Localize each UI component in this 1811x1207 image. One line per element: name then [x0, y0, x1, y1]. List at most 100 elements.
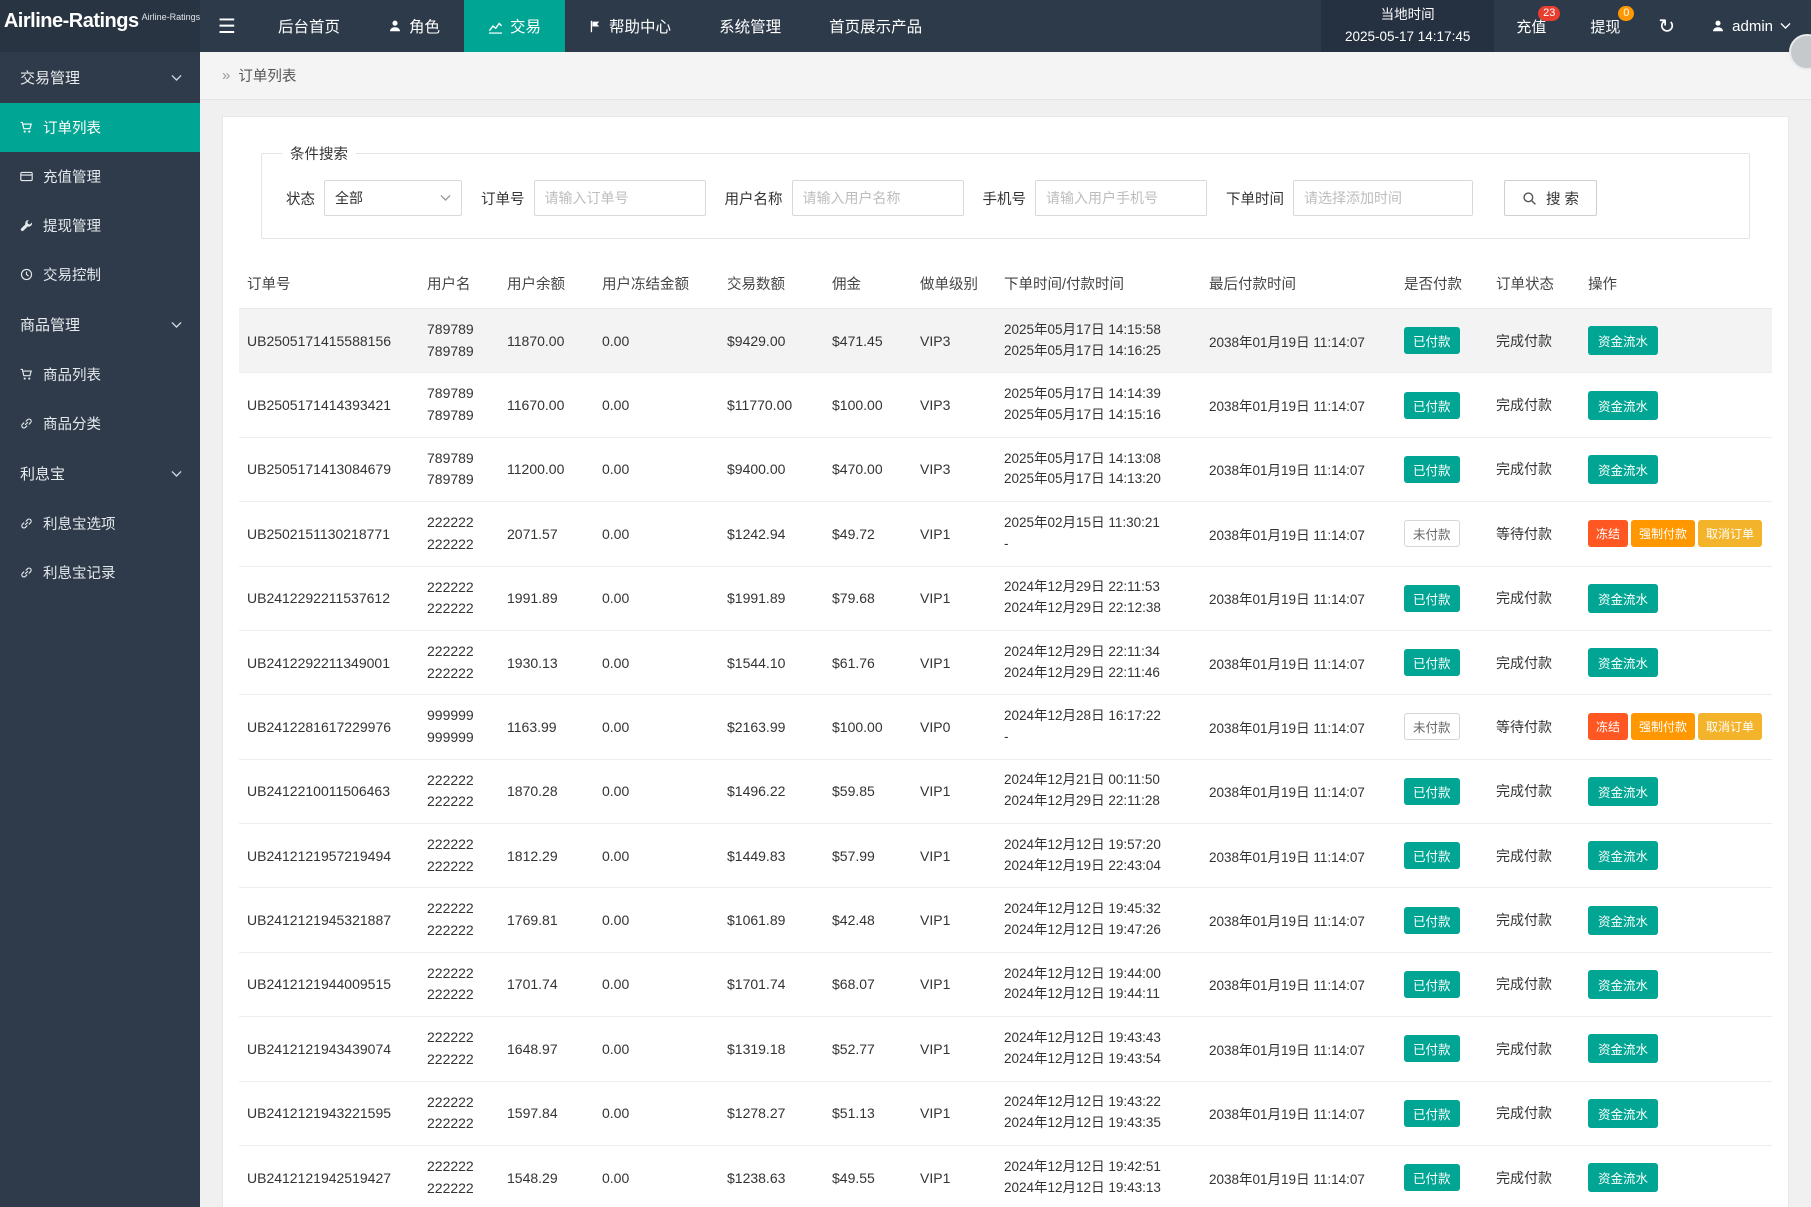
search-button[interactable]: 搜 索: [1504, 180, 1597, 216]
nav-item-0[interactable]: 后台首页: [254, 0, 364, 52]
fund-flow-button[interactable]: 资金流水: [1588, 1163, 1658, 1192]
sidebar-group-1[interactable]: 商品管理: [0, 299, 200, 350]
force-pay-button[interactable]: 强制付款: [1631, 713, 1695, 740]
phone-input[interactable]: [1035, 180, 1207, 216]
freeze-button[interactable]: 冻结: [1588, 713, 1628, 740]
recharge-link[interactable]: 充值 23: [1494, 0, 1568, 52]
freeze-button[interactable]: 冻结: [1588, 520, 1628, 547]
sidebar-item-2-1[interactable]: 利息宝记录: [0, 548, 200, 597]
last-pay-time-cell: 2038年01月19日 11:14:07: [1201, 1017, 1396, 1081]
actions-cell: 资金流水: [1580, 437, 1772, 501]
fund-flow-button[interactable]: 资金流水: [1588, 1099, 1658, 1128]
nav-item-4[interactable]: 系统管理: [695, 0, 805, 52]
cancel-order-button[interactable]: 取消订单: [1698, 713, 1762, 740]
link-icon: [20, 566, 33, 579]
gauge-icon: [20, 268, 33, 281]
order-pay-time-cell: 2024年12月28日 16:17:22-: [996, 695, 1201, 759]
sidebar-item-label: 商品列表: [43, 364, 101, 385]
status-select[interactable]: 全部: [324, 180, 462, 216]
last-pay-time-cell: 2038年01月19日 11:14:07: [1201, 759, 1396, 823]
trade-amount-cell: $1061.89: [719, 888, 824, 952]
column-header-6: 做单级别: [912, 259, 996, 309]
nav-item-3[interactable]: 帮助中心: [565, 0, 695, 52]
order-pay-time-cell: 2024年12月29日 22:11:532024年12月29日 22:12:38: [996, 566, 1201, 630]
order-time-input[interactable]: [1293, 180, 1473, 216]
time-line: 2024年12月29日 22:11:53: [1004, 577, 1193, 598]
order-no-label: 订单号: [481, 188, 525, 209]
username-line: 222222: [427, 770, 491, 792]
balance-cell: 11200.00: [499, 437, 594, 501]
commission-cell: $51.13: [824, 1081, 912, 1145]
time-line: 2025年05月17日 14:13:08: [1004, 449, 1193, 470]
withdraw-link[interactable]: 提现 0: [1568, 0, 1642, 52]
vip-level-cell: VIP1: [912, 888, 996, 952]
fund-flow-button[interactable]: 资金流水: [1588, 906, 1658, 935]
username-line: 222222: [427, 534, 491, 556]
order-no-cell: UB2412121945321887: [239, 888, 419, 952]
nav-item-label: 后台首页: [278, 15, 340, 37]
commission-cell: $42.48: [824, 888, 912, 952]
table-row: UB24121219440095152222222222221701.740.0…: [239, 952, 1772, 1016]
order-status-cell: 完成付款: [1488, 437, 1580, 501]
search-icon: [1522, 191, 1537, 206]
nav-item-2[interactable]: 交易: [464, 0, 565, 52]
force-pay-button[interactable]: 强制付款: [1631, 520, 1695, 547]
nav-item-1[interactable]: 角色: [364, 0, 464, 52]
sidebar-item-1-1[interactable]: 商品分类: [0, 399, 200, 448]
link-icon: [20, 517, 33, 530]
order-no-input[interactable]: [534, 180, 706, 216]
paid-status-cell: 已付款: [1396, 630, 1488, 694]
actions-cell: 资金流水: [1580, 373, 1772, 437]
hamburger-menu-icon[interactable]: ☰: [200, 0, 254, 52]
order-pay-time-cell: 2024年12月21日 00:11:502024年12月29日 22:11:28: [996, 759, 1201, 823]
fund-flow-button[interactable]: 资金流水: [1588, 777, 1658, 806]
orders-table: 订单号用户名用户余额用户冻结金额交易数额佣金做单级别下单时间/付款时间最后付款时…: [239, 259, 1772, 1207]
sidebar-item-0-0[interactable]: 订单列表: [0, 103, 200, 152]
commission-cell: $471.45: [824, 309, 912, 373]
paid-status-badge: 已付款: [1404, 1100, 1460, 1127]
sidebar-group-0[interactable]: 交易管理: [0, 52, 200, 103]
user-avatar-icon: [1711, 19, 1725, 33]
sidebar-item-0-1[interactable]: 充值管理: [0, 152, 200, 201]
sidebar-item-0-2[interactable]: 提现管理: [0, 201, 200, 250]
paid-status-cell: 未付款: [1396, 502, 1488, 566]
fund-flow-button[interactable]: 资金流水: [1588, 1034, 1658, 1063]
refresh-icon[interactable]: ↻: [1642, 0, 1691, 52]
sidebar-item-1-0[interactable]: 商品列表: [0, 350, 200, 399]
paid-status-badge: 已付款: [1404, 392, 1460, 419]
paid-status-cell: 已付款: [1396, 373, 1488, 437]
cancel-order-button[interactable]: 取消订单: [1698, 520, 1762, 547]
sidebar-item-2-0[interactable]: 利息宝选项: [0, 499, 200, 548]
user-name-input[interactable]: [792, 180, 964, 216]
fund-flow-button[interactable]: 资金流水: [1588, 455, 1658, 484]
chevron-down-icon: [440, 194, 451, 202]
table-row: UB25021511302187712222222222222071.570.0…: [239, 502, 1772, 566]
fund-flow-button[interactable]: 资金流水: [1588, 584, 1658, 613]
fund-flow-button[interactable]: 资金流水: [1588, 391, 1658, 420]
vip-level-cell: VIP1: [912, 952, 996, 1016]
actions-cell: 冻结强制付款取消订单: [1580, 502, 1772, 566]
fund-flow-button[interactable]: 资金流水: [1588, 326, 1658, 355]
column-header-7: 下单时间/付款时间: [996, 259, 1201, 309]
logo[interactable]: Airline-Ratings Airline-Ratings: [0, 0, 200, 52]
column-header-3: 用户冻结金额: [594, 259, 719, 309]
balance-cell: 11870.00: [499, 309, 594, 373]
nav-item-5[interactable]: 首页展示产品: [805, 0, 946, 52]
username-cell: 789789789789: [419, 309, 499, 373]
search-button-label: 搜 索: [1546, 188, 1579, 209]
sidebar-item-0-3[interactable]: 交易控制: [0, 250, 200, 299]
frozen-amount-cell: 0.00: [594, 309, 719, 373]
frozen-amount-cell: 0.00: [594, 566, 719, 630]
time-line: 2025年05月17日 14:14:39: [1004, 384, 1193, 405]
order-status-cell: 等待付款: [1488, 502, 1580, 566]
paid-status-cell: 已付款: [1396, 952, 1488, 1016]
fund-flow-button[interactable]: 资金流水: [1588, 841, 1658, 870]
local-time: 当地时间 2025-05-17 14:17:45: [1321, 0, 1494, 52]
username-cell: 222222222222: [419, 630, 499, 694]
fund-flow-button[interactable]: 资金流水: [1588, 648, 1658, 677]
order-status-cell: 完成付款: [1488, 888, 1580, 952]
sidebar-group-2[interactable]: 利息宝: [0, 448, 200, 499]
fund-flow-button[interactable]: 资金流水: [1588, 970, 1658, 999]
username-line: 789789: [427, 405, 491, 427]
username-cell: 222222222222: [419, 824, 499, 888]
